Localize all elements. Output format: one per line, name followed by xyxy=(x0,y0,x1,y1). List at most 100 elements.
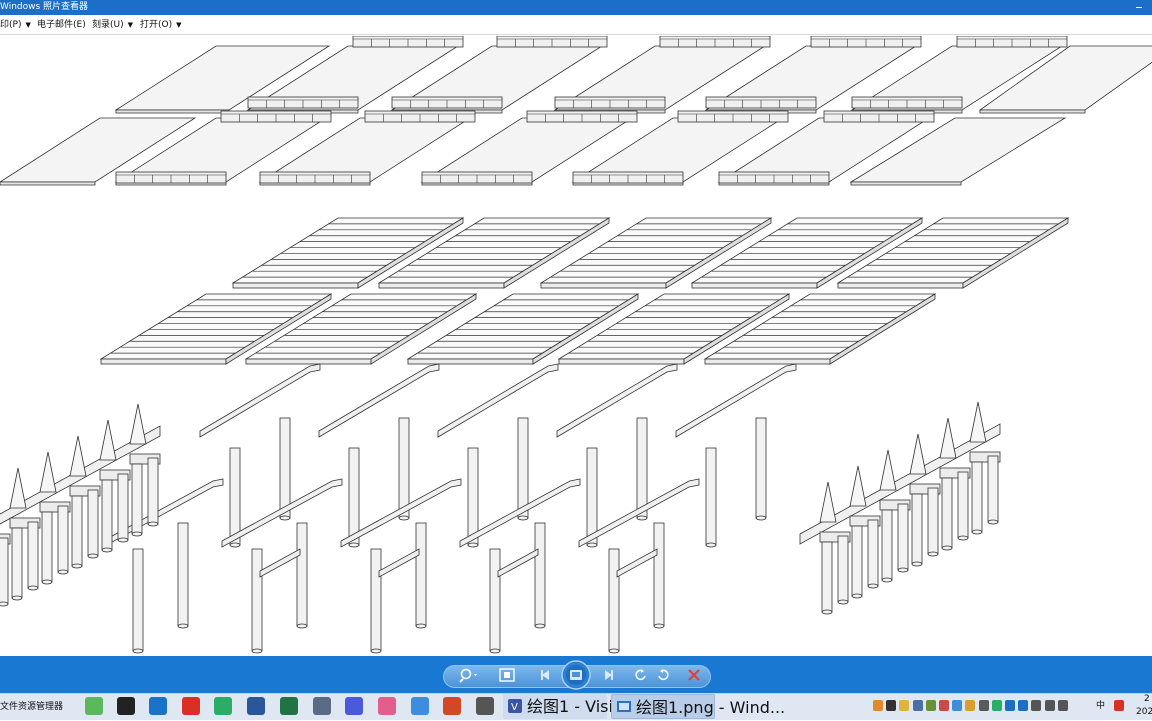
excel-icon[interactable] xyxy=(280,697,298,715)
qq-tray-icon[interactable] xyxy=(873,700,883,711)
photo-viewer-task-label: 绘图1.png - Wind... xyxy=(636,698,786,717)
pile-column xyxy=(71,495,83,567)
wechat-tray-icon[interactable] xyxy=(991,700,1002,711)
color-wheel-icon[interactable] xyxy=(378,697,396,715)
acrobat-icon[interactable] xyxy=(182,697,200,715)
abutment-web xyxy=(969,401,987,443)
person-app-icon[interactable] xyxy=(476,697,494,715)
pile-column xyxy=(41,511,53,583)
wifi-icon[interactable] xyxy=(1044,700,1055,711)
pen-tray-icon[interactable] xyxy=(965,700,976,711)
ime-indicator[interactable]: 中 xyxy=(1096,693,1105,720)
abutment-web xyxy=(819,481,837,523)
pile-column xyxy=(0,537,9,605)
menu-burn[interactable]: 刻录(U) ▼ xyxy=(92,15,133,35)
next-button[interactable] xyxy=(590,660,624,690)
qq-penguin-icon[interactable] xyxy=(117,697,135,715)
pile-column xyxy=(87,489,99,557)
menu-open[interactable]: 打开(O) ▼ xyxy=(140,15,182,35)
delete-button[interactable] xyxy=(684,660,704,690)
battery-icon[interactable] xyxy=(1031,700,1042,711)
bluetooth-icon[interactable] xyxy=(1018,700,1029,711)
calculator-icon[interactable] xyxy=(313,697,331,715)
app-tray-icon[interactable] xyxy=(925,700,936,711)
pier-column xyxy=(467,447,479,546)
mic-tray-icon[interactable] xyxy=(886,700,897,711)
pier-column xyxy=(705,447,717,546)
slideshow-icon xyxy=(561,660,591,690)
abutment-web xyxy=(69,435,87,477)
chevron-down-icon: ▼ xyxy=(176,21,182,29)
pile-column xyxy=(821,541,833,613)
pile-column xyxy=(101,479,113,551)
slideshow-button[interactable] xyxy=(561,660,591,690)
clock-time[interactable]: 2 xyxy=(1144,693,1150,706)
pile-column xyxy=(27,521,39,589)
pier-cap-beam xyxy=(318,363,440,438)
menu-email[interactable]: 电子邮件(E) xyxy=(37,15,86,35)
rotate-ccw-icon xyxy=(635,669,646,681)
explorer-task-label[interactable]: 文件资源管理器 xyxy=(0,694,63,721)
pier-column xyxy=(370,548,382,652)
minimize-button[interactable] xyxy=(1136,0,1144,15)
photo-viewer-icon xyxy=(617,701,631,712)
pier-column xyxy=(755,417,767,519)
keyboard-tray-icon[interactable] xyxy=(912,700,923,711)
pier-column xyxy=(251,548,263,652)
pier-column xyxy=(534,522,546,627)
usb-tray-icon[interactable] xyxy=(978,700,989,711)
wechat-icon[interactable] xyxy=(214,697,232,715)
pier-column xyxy=(398,417,410,519)
actual-size-button[interactable] xyxy=(496,660,518,690)
c-app-icon[interactable] xyxy=(149,697,167,715)
pile-column xyxy=(11,527,23,599)
pile-column xyxy=(941,477,953,549)
cloud-tray-icon[interactable] xyxy=(1005,700,1015,711)
disc-app-icon[interactable] xyxy=(345,697,363,715)
menu-print[interactable]: 印(P) ▼ xyxy=(0,15,31,35)
pier-column xyxy=(653,522,665,627)
volume-icon[interactable] xyxy=(1057,700,1068,711)
pier-column xyxy=(177,522,189,627)
chevron-down-icon: ▼ xyxy=(127,21,134,29)
photo-viewer-task-button[interactable]: 绘图1.png - Wind... xyxy=(611,694,785,719)
pile-column xyxy=(57,505,69,573)
title-bar: Windows 照片查看器 xyxy=(0,0,1152,15)
clock-date[interactable]: 202 xyxy=(1136,706,1152,719)
globe-browser-icon[interactable] xyxy=(411,697,429,715)
pile-column xyxy=(837,535,849,603)
pier-column xyxy=(608,548,620,652)
pier-column xyxy=(132,548,144,652)
pier-column xyxy=(517,417,529,519)
refresh-app-icon[interactable] xyxy=(85,697,103,715)
pile-column xyxy=(147,457,159,525)
pier-column xyxy=(348,447,360,546)
pier-column xyxy=(296,522,308,627)
powerpoint-icon[interactable] xyxy=(443,697,461,715)
folder-tray-icon[interactable] xyxy=(899,700,910,711)
pier-column xyxy=(636,417,648,519)
chevron-down-icon: ▼ xyxy=(25,21,31,29)
rotate-left-button[interactable] xyxy=(632,660,650,690)
pier-column xyxy=(415,522,427,627)
previous-button[interactable] xyxy=(530,660,564,690)
pier-column xyxy=(586,447,598,546)
flower-tray-icon[interactable] xyxy=(939,700,949,711)
shield-tray-icon[interactable] xyxy=(952,700,963,711)
photo-viewer-window: Windows 照片查看器 印(P) ▼ 电子邮件(E) 刻录(U) ▼ 打开(O)… xyxy=(0,0,1152,693)
tie-beam xyxy=(378,548,420,578)
delete-x-icon xyxy=(688,669,700,681)
pile-column xyxy=(911,493,923,565)
word-icon[interactable] xyxy=(247,697,265,715)
zoom-button[interactable] xyxy=(456,660,482,690)
visio-icon: V xyxy=(508,699,522,713)
pile-column xyxy=(897,503,909,571)
menu-bar: 印(P) ▼ 电子邮件(E) 刻录(U) ▼ 打开(O) ▼ xyxy=(0,15,1152,35)
next-icon xyxy=(605,670,613,680)
menu-burn-label: 刻录(U) xyxy=(92,20,124,30)
previous-icon xyxy=(541,670,549,680)
sogou-ime-icon[interactable] xyxy=(1114,700,1124,711)
pile-column xyxy=(927,487,939,555)
visio-task-button[interactable]: V 绘图1 - Visio Prof... xyxy=(503,694,673,719)
rotate-right-button[interactable] xyxy=(654,660,672,690)
